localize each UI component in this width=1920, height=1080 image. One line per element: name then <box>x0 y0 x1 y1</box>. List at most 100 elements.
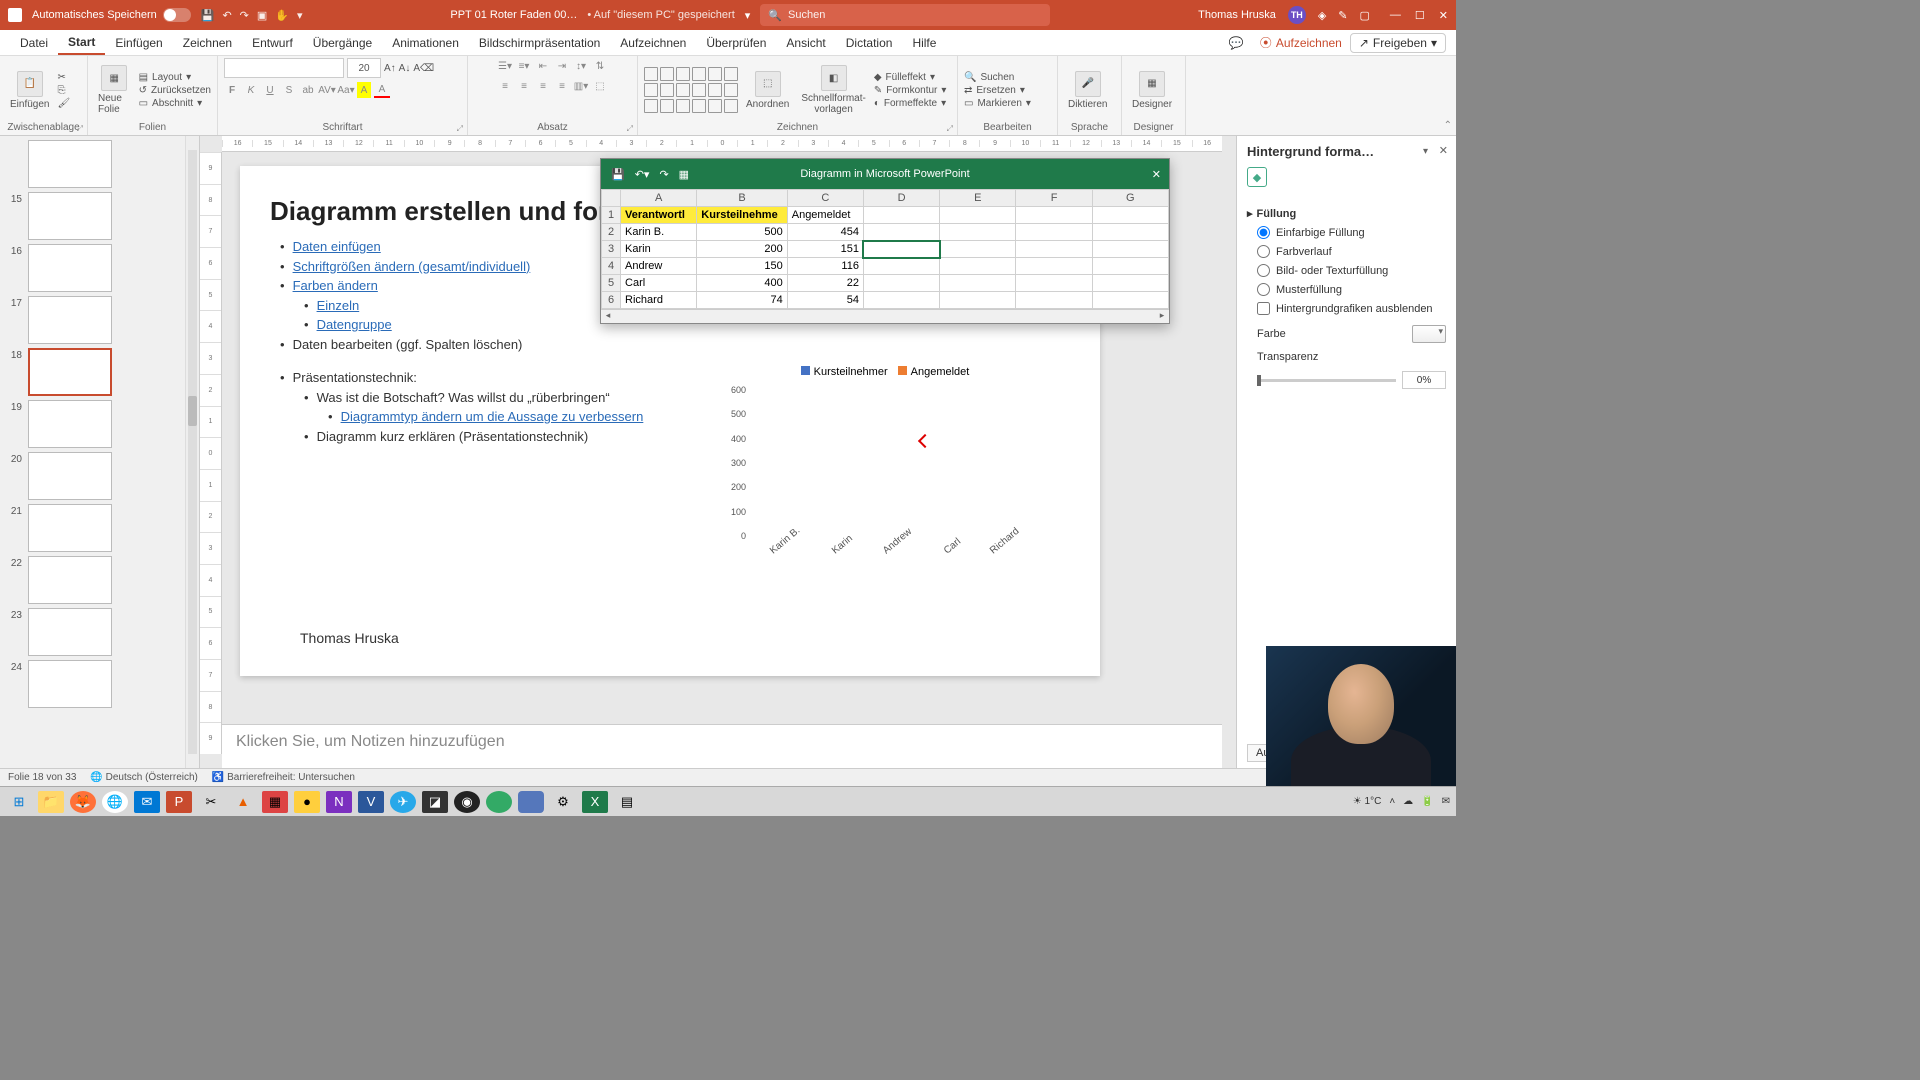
slide-thumb[interactable]: 22 <box>4 556 195 604</box>
bullet-link[interactable]: Einzeln <box>317 298 360 313</box>
ds-scrollbar[interactable]: ◂▸ <box>601 309 1169 323</box>
quick-styles-button[interactable]: ◧Schnellformat- vorlagen <box>797 63 869 117</box>
search-box[interactable]: 🔍 Suchen <box>760 4 1050 26</box>
find-button[interactable]: 🔍 Suchen <box>964 72 1031 83</box>
designer-button[interactable]: ▦Designer <box>1128 69 1176 112</box>
shape-fill-button[interactable]: ◆ Fülleffekt ▾ <box>874 72 947 83</box>
slide-thumb[interactable]: 24 <box>4 660 195 708</box>
slide-thumb[interactable]: 18 <box>4 348 195 396</box>
touch-icon[interactable]: ✋ <box>275 9 289 22</box>
slide-thumb[interactable]: 17 <box>4 296 195 344</box>
font-size-select[interactable]: 20 <box>347 58 381 78</box>
paste-button[interactable]: 📋Einfügen <box>6 69 53 112</box>
tab-start[interactable]: Start <box>58 30 105 55</box>
present-icon[interactable]: ▣ <box>257 9 267 22</box>
shapes-gallery[interactable] <box>644 67 738 113</box>
transparency-slider[interactable] <box>1257 379 1396 382</box>
slide-thumb[interactable]: 16 <box>4 244 195 292</box>
powerpoint-icon[interactable]: P <box>166 791 192 813</box>
tab-praesentation[interactable]: Bildschirmpräsentation <box>469 30 610 55</box>
start-button[interactable]: ⊞ <box>6 791 32 813</box>
bullet-link[interactable]: Farben ändern <box>293 278 378 293</box>
settings-icon[interactable]: ⚙ <box>550 791 576 813</box>
close-icon[interactable]: ✕ <box>1439 9 1448 22</box>
ds-redo-icon[interactable]: ↷ <box>659 168 668 181</box>
diamond-icon[interactable]: ◈ <box>1318 9 1326 22</box>
undo-icon[interactable]: ↶ <box>222 9 231 22</box>
minimize-icon[interactable]: — <box>1390 9 1401 22</box>
maximize-icon[interactable]: ☐ <box>1415 9 1425 22</box>
tab-aufzeichnen[interactable]: Aufzeichnen <box>610 30 696 55</box>
italic-button[interactable]: K <box>243 82 259 98</box>
transparency-value[interactable]: 0% <box>1402 371 1446 389</box>
app-icon[interactable]: ◪ <box>422 791 448 813</box>
align-left-button[interactable]: ≡ <box>497 78 513 94</box>
layout-button[interactable]: ▤ Layout ▾ <box>139 72 211 83</box>
arrange-button[interactable]: ⬚Anordnen <box>742 69 793 112</box>
slide-thumb[interactable]: 15 <box>4 192 195 240</box>
onenote-icon[interactable]: N <box>326 791 352 813</box>
chrome-icon[interactable]: 🌐 <box>102 791 128 813</box>
bullet-link[interactable]: Datengruppe <box>317 317 392 332</box>
redo-icon[interactable]: ↷ <box>240 9 249 22</box>
chart-datasheet[interactable]: 💾 ↶▾ ↷ ▦ Diagramm in Microsoft PowerPoin… <box>600 158 1170 324</box>
mail-tray-icon[interactable]: ✉ <box>1442 796 1450 807</box>
cloud-icon[interactable]: ☁ <box>1403 796 1413 807</box>
shadow-button[interactable]: ab <box>300 82 316 98</box>
slide-counter[interactable]: Folie 18 von 33 <box>8 772 76 783</box>
underline-button[interactable]: U <box>262 82 278 98</box>
slide-thumb[interactable]: 20 <box>4 452 195 500</box>
tab-zeichnen[interactable]: Zeichnen <box>173 30 242 55</box>
weather-tray[interactable]: ☀ 1°C <box>1353 796 1382 807</box>
data-grid[interactable]: ABCDEFG1VerantwortlKursteilnehmeAngemeld… <box>601 189 1169 309</box>
ds-grid-icon[interactable]: ▦ <box>679 168 689 181</box>
hide-bg-option[interactable]: Hintergrundgrafiken ausblenden <box>1257 302 1446 315</box>
explorer-icon[interactable]: 📁 <box>38 791 64 813</box>
font-family-select[interactable] <box>224 58 344 78</box>
excel-icon[interactable]: X <box>582 791 608 813</box>
bullet-link[interactable]: Schriftgrößen ändern (gesamt/individuell… <box>293 259 531 274</box>
increase-font-icon[interactable]: A↑ <box>384 63 396 74</box>
strike-button[interactable]: S <box>281 82 297 98</box>
section-button[interactable]: ▭ Abschnitt ▾ <box>139 98 211 109</box>
pen-icon[interactable]: ✎ <box>1338 9 1347 22</box>
user-avatar[interactable]: TH <box>1288 6 1306 24</box>
case-button[interactable]: Aa▾ <box>338 82 354 98</box>
comments-icon[interactable]: 💬 <box>1221 36 1252 50</box>
firefox-icon[interactable]: 🦊 <box>70 791 96 813</box>
indent-dec-button[interactable]: ⇤ <box>535 58 551 74</box>
text-direction-button[interactable]: ⇅ <box>592 58 608 74</box>
align-right-button[interactable]: ≡ <box>535 78 551 94</box>
app-icon[interactable] <box>486 791 512 813</box>
clear-format-icon[interactable]: A⌫ <box>413 63 434 74</box>
numbering-button[interactable]: ≡▾ <box>516 58 532 74</box>
pane-options-icon[interactable]: ▾ <box>1423 146 1428 157</box>
telegram-icon[interactable]: ✈ <box>390 791 416 813</box>
ds-undo-icon[interactable]: ↶▾ <box>635 168 650 181</box>
ds-save-icon[interactable]: 💾 <box>611 168 625 181</box>
vlc-icon[interactable]: ▲ <box>230 791 256 813</box>
fill-tab-icon[interactable]: ◆ <box>1247 167 1267 187</box>
accessibility-status[interactable]: ♿ Barrierefreiheit: Untersuchen <box>212 772 355 783</box>
slide-thumb[interactable]: 23 <box>4 608 195 656</box>
battery-icon[interactable]: 🔋 <box>1421 796 1433 807</box>
tab-ueberpruefen[interactable]: Überprüfen <box>696 30 776 55</box>
ds-close-icon[interactable]: ✕ <box>1152 168 1161 181</box>
solid-fill-option[interactable]: Einfarbige Füllung <box>1257 226 1446 239</box>
app-icon[interactable]: ▤ <box>614 791 640 813</box>
app-icon[interactable]: ▦ <box>262 791 288 813</box>
tab-datei[interactable]: Datei <box>10 30 58 55</box>
color-picker-button[interactable] <box>1412 325 1446 343</box>
indent-inc-button[interactable]: ⇥ <box>554 58 570 74</box>
bullet-link[interactable]: Diagrammtyp ändern um die Aussage zu ver… <box>341 409 644 424</box>
picture-fill-option[interactable]: Bild- oder Texturfüllung <box>1257 264 1446 277</box>
select-button[interactable]: ▭ Markieren ▾ <box>964 98 1031 109</box>
app-icon[interactable]: ● <box>294 791 320 813</box>
bold-button[interactable]: F <box>224 82 240 98</box>
tab-animationen[interactable]: Animationen <box>382 30 469 55</box>
tab-dictation[interactable]: Dictation <box>836 30 903 55</box>
tab-einfuegen[interactable]: Einfügen <box>105 30 172 55</box>
record-button[interactable]: ⦿Aufzeichnen <box>1252 34 1350 51</box>
outlook-icon[interactable]: ✉ <box>134 791 160 813</box>
slide-thumb[interactable]: 21 <box>4 504 195 552</box>
